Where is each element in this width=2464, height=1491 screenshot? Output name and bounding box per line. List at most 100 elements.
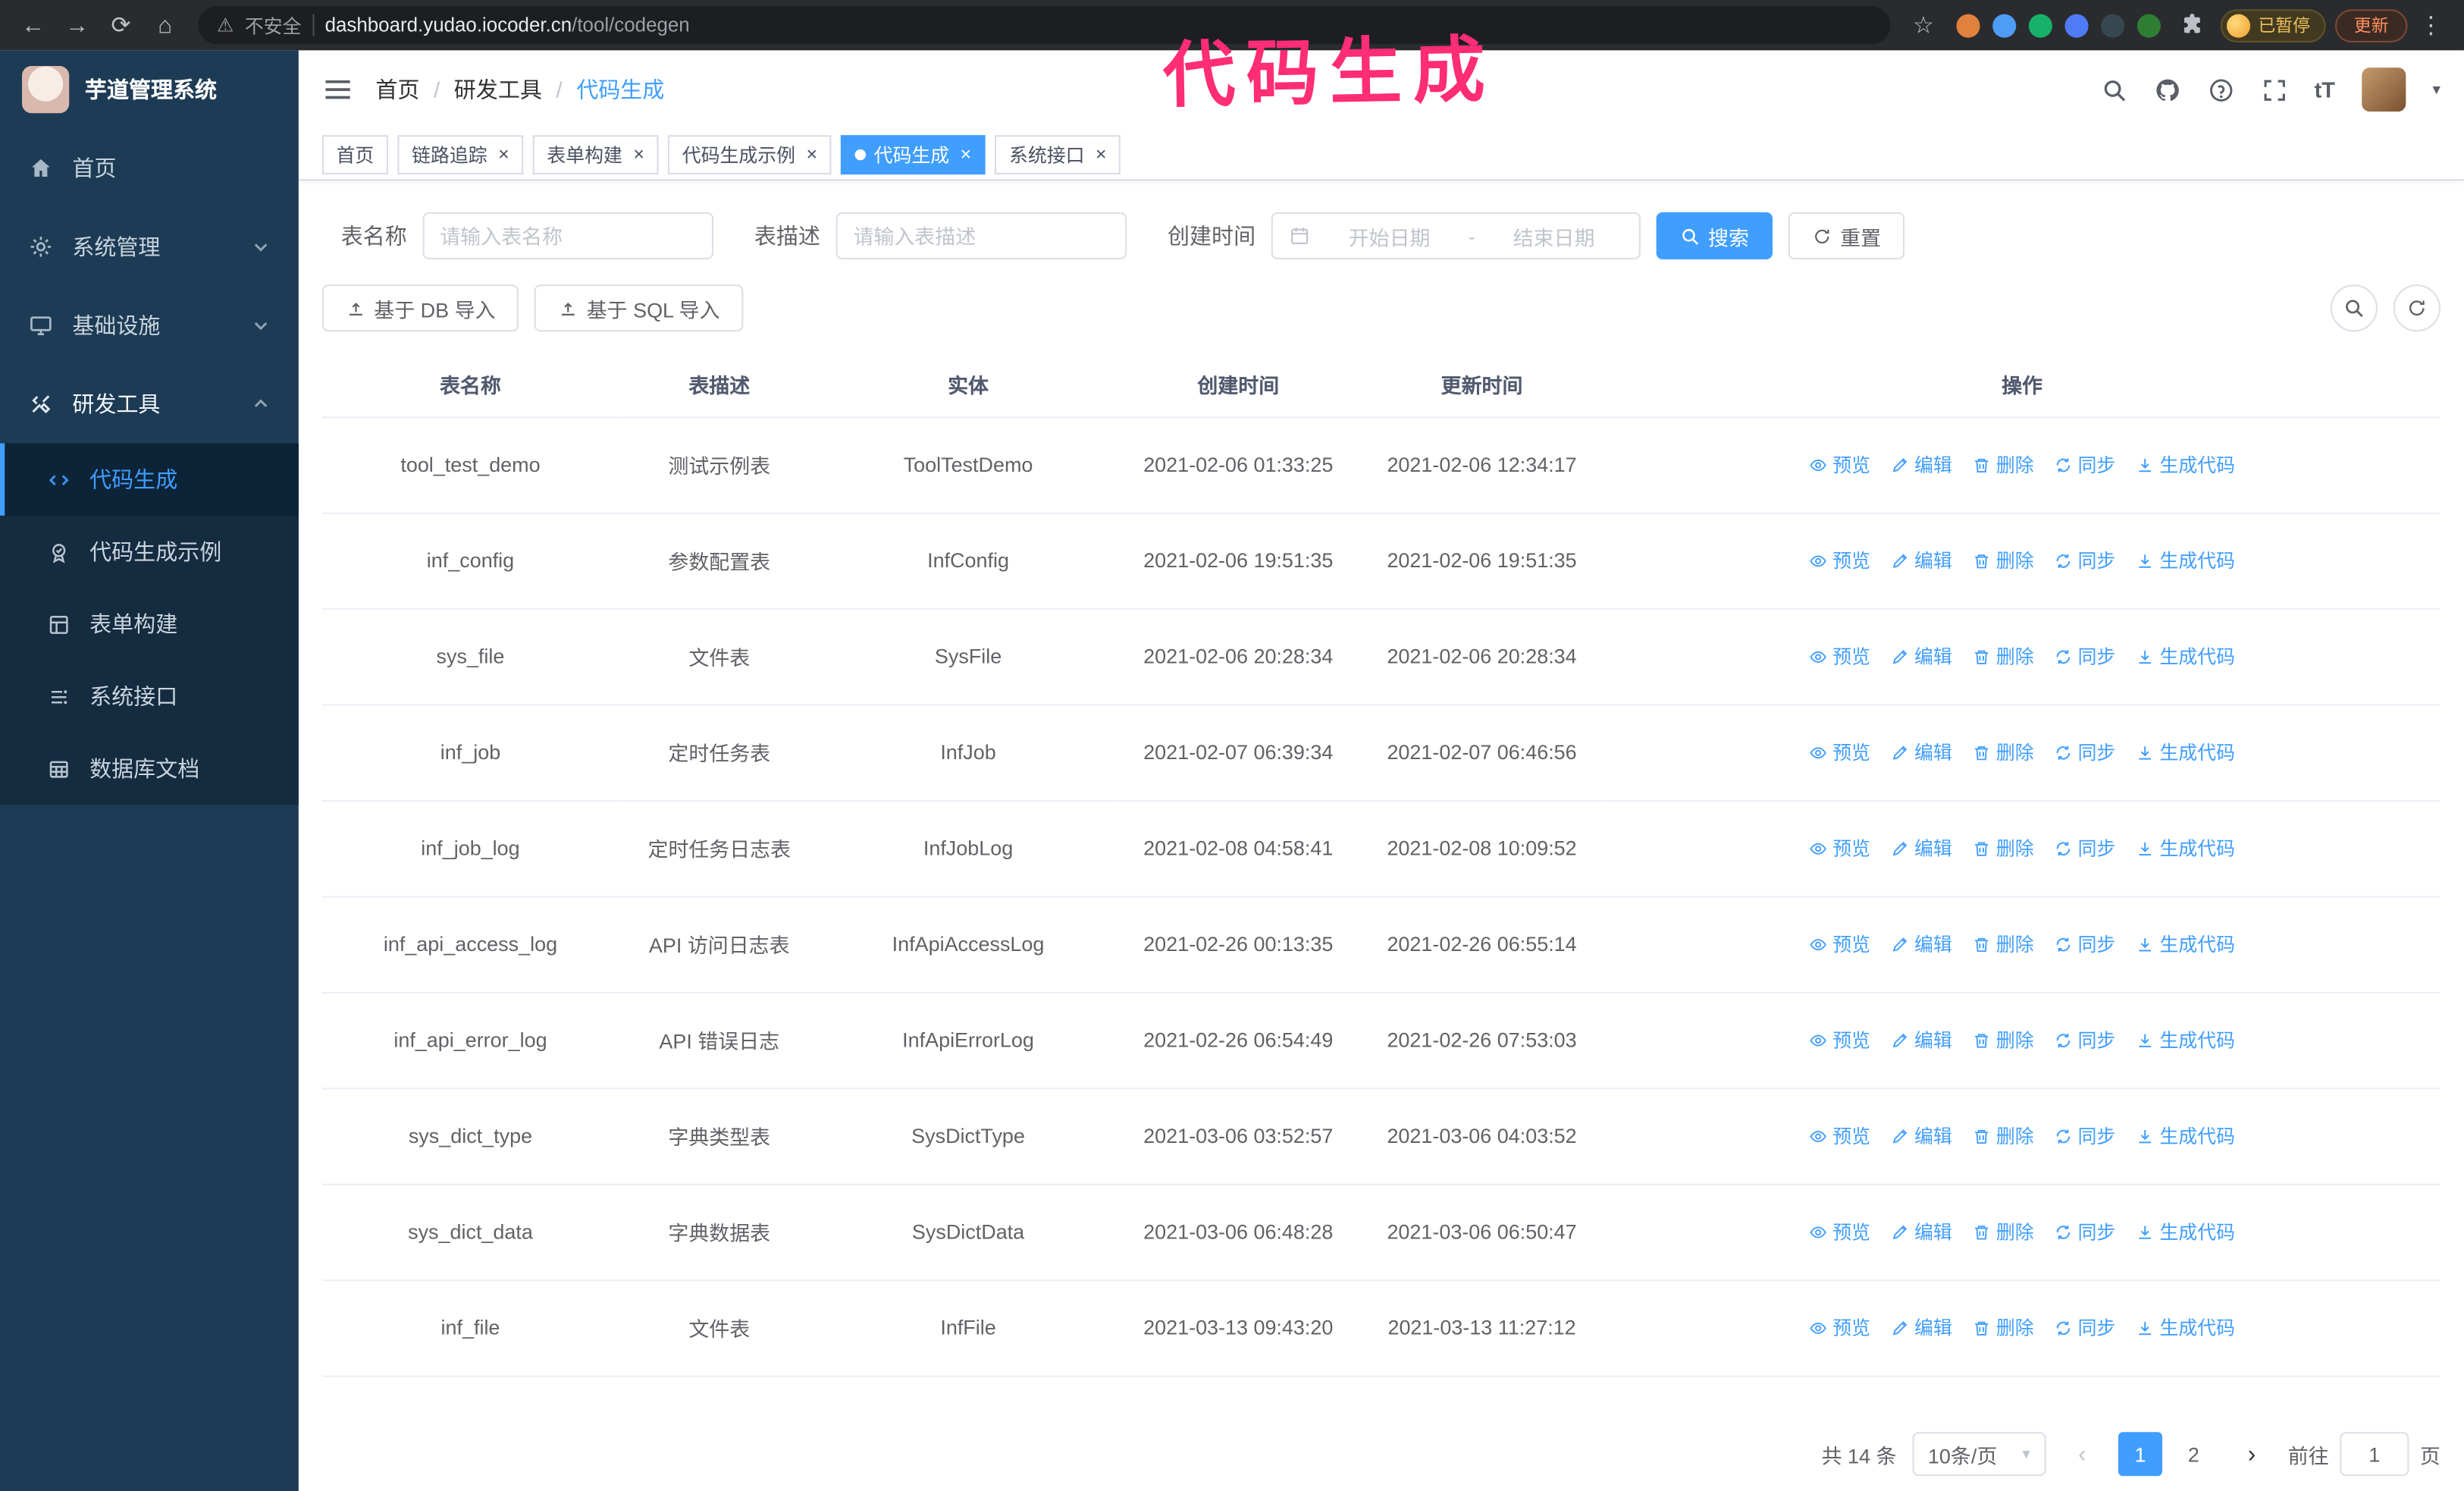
edit-action[interactable]: 编辑	[1891, 1026, 1952, 1053]
generate-action[interactable]: 生成代码	[2136, 643, 2235, 670]
toggle-search-button[interactable]	[2330, 284, 2378, 332]
preview-action[interactable]: 预览	[1809, 1218, 1870, 1245]
sidebar-item-2[interactable]: 系统管理	[0, 208, 299, 287]
tab-5[interactable]: 代码生成 ×	[841, 134, 986, 174]
extension-icon-5[interactable]	[2101, 13, 2125, 37]
tab-1[interactable]: 首页	[321, 134, 388, 174]
browser-home-icon[interactable]: ⌂	[145, 5, 186, 46]
delete-action[interactable]: 删除	[1973, 835, 2034, 862]
extension-icon-2[interactable]	[1992, 13, 2017, 37]
extensions-puzzle-icon[interactable]	[2180, 13, 2205, 38]
table-desc-input[interactable]	[853, 224, 1110, 248]
search-button[interactable]: 搜索	[1656, 212, 1773, 259]
extension-icon-4[interactable]	[2064, 13, 2089, 37]
delete-action[interactable]: 删除	[1973, 451, 2034, 478]
bookmark-star-icon[interactable]: ☆	[1903, 5, 1944, 46]
preview-action[interactable]: 预览	[1809, 643, 1870, 670]
delete-action[interactable]: 删除	[1973, 1026, 2034, 1053]
sync-action[interactable]: 同步	[2055, 1122, 2115, 1149]
delete-action[interactable]: 删除	[1973, 1122, 2034, 1149]
generate-action[interactable]: 生成代码	[2136, 739, 2235, 765]
tab-close-icon[interactable]: ×	[1096, 145, 1107, 164]
tab-2[interactable]: 链路追踪 ×	[397, 134, 524, 174]
preview-action[interactable]: 预览	[1809, 451, 1870, 478]
security-warning-label[interactable]: 不安全	[245, 12, 302, 39]
edit-action[interactable]: 编辑	[1891, 1314, 1952, 1341]
hamburger-icon[interactable]	[322, 75, 353, 103]
generate-action[interactable]: 生成代码	[2136, 1218, 2235, 1245]
page-button-1[interactable]: 1	[2118, 1432, 2162, 1477]
delete-action[interactable]: 删除	[1973, 1314, 2034, 1341]
preview-action[interactable]: 预览	[1809, 1314, 1870, 1341]
sidebar-item-3[interactable]: 基础设施	[0, 286, 299, 365]
delete-action[interactable]: 删除	[1973, 931, 2034, 957]
import-sql-button[interactable]: 基于 SQL 导入	[534, 284, 744, 332]
avatar-caret-icon[interactable]: ▾	[2432, 81, 2440, 99]
edit-action[interactable]: 编辑	[1891, 739, 1952, 765]
sync-action[interactable]: 同步	[2055, 1218, 2115, 1245]
tab-close-icon[interactable]: ×	[498, 145, 509, 164]
sync-action[interactable]: 同步	[2055, 547, 2115, 573]
sidebar-subitem-4[interactable]: 系统接口	[0, 661, 299, 733]
breadcrumb-item-1[interactable]: 首页	[375, 74, 419, 105]
delete-action[interactable]: 删除	[1973, 739, 2034, 765]
browser-back-icon[interactable]: ←	[13, 5, 54, 46]
extension-icon-6[interactable]	[2136, 13, 2161, 37]
browser-update-button[interactable]: 更新	[2335, 8, 2408, 42]
tab-4[interactable]: 代码生成示例 ×	[668, 134, 832, 174]
github-icon[interactable]	[2154, 77, 2180, 103]
edit-action[interactable]: 编辑	[1891, 547, 1952, 573]
delete-action[interactable]: 删除	[1973, 547, 2034, 573]
extension-icon-3[interactable]	[2028, 13, 2052, 37]
preview-action[interactable]: 预览	[1809, 835, 1870, 862]
paused-badge[interactable]: 已暂停	[2220, 8, 2326, 42]
edit-action[interactable]: 编辑	[1891, 835, 1952, 862]
generate-action[interactable]: 生成代码	[2136, 547, 2235, 573]
preview-action[interactable]: 预览	[1809, 739, 1870, 765]
import-db-button[interactable]: 基于 DB 导入	[321, 284, 519, 332]
sync-action[interactable]: 同步	[2055, 1026, 2115, 1053]
page-button-2[interactable]: 2	[2171, 1432, 2215, 1476]
refresh-table-button[interactable]	[2393, 284, 2440, 332]
sidebar-subitem-1[interactable]: 代码生成	[0, 443, 299, 516]
generate-action[interactable]: 生成代码	[2136, 1314, 2235, 1341]
docs-help-icon[interactable]	[2208, 77, 2234, 103]
tab-close-icon[interactable]: ×	[633, 145, 644, 164]
header-search-icon[interactable]	[2101, 77, 2127, 103]
preview-action[interactable]: 预览	[1809, 1122, 1870, 1149]
sync-action[interactable]: 同步	[2055, 739, 2115, 765]
edit-action[interactable]: 编辑	[1891, 643, 1952, 670]
breadcrumb-item-2[interactable]: 研发工具	[454, 74, 542, 105]
prev-page-button[interactable]: ‹	[2061, 1432, 2102, 1476]
sidebar-subitem-3[interactable]: 表单构建	[0, 588, 299, 660]
delete-action[interactable]: 删除	[1973, 1218, 2034, 1245]
browser-reload-icon[interactable]: ⟳	[101, 5, 142, 46]
sidebar-subitem-5[interactable]: 数据库文档	[0, 733, 299, 805]
extension-icon-1[interactable]	[1956, 13, 1980, 37]
browser-address-bar[interactable]: ⚠ 不安全 dashboard.yudao.iocoder.cn/tool/co…	[198, 6, 1891, 45]
tab-6[interactable]: 系统接口 ×	[995, 134, 1121, 174]
generate-action[interactable]: 生成代码	[2136, 835, 2235, 862]
edit-action[interactable]: 编辑	[1891, 1122, 1952, 1149]
table-name-input[interactable]	[440, 224, 697, 248]
edit-action[interactable]: 编辑	[1891, 451, 1952, 478]
sidebar-subitem-2[interactable]: 代码生成示例	[0, 516, 299, 588]
date-range-picker[interactable]: 开始日期 - 结束日期	[1271, 212, 1641, 259]
sidebar-item-4[interactable]: 研发工具	[0, 365, 299, 444]
app-logo[interactable]: 芋道管理系统	[0, 50, 299, 129]
preview-action[interactable]: 预览	[1809, 547, 1870, 573]
tab-close-icon[interactable]: ×	[806, 145, 817, 164]
edit-action[interactable]: 编辑	[1891, 1218, 1952, 1245]
sync-action[interactable]: 同步	[2055, 1314, 2115, 1341]
sync-action[interactable]: 同步	[2055, 643, 2115, 670]
next-page-button[interactable]: ›	[2231, 1432, 2272, 1476]
browser-menu-icon[interactable]: ⋮	[2411, 5, 2452, 46]
sync-action[interactable]: 同步	[2055, 835, 2115, 862]
preview-action[interactable]: 预览	[1809, 931, 1870, 957]
tab-close-icon[interactable]: ×	[961, 145, 972, 164]
sync-action[interactable]: 同步	[2055, 931, 2115, 957]
font-size-icon[interactable]: tT	[2315, 77, 2335, 102]
page-size-select[interactable]: 10条/页 ▾	[1912, 1432, 2046, 1477]
generate-action[interactable]: 生成代码	[2136, 931, 2235, 957]
generate-action[interactable]: 生成代码	[2136, 1026, 2235, 1053]
